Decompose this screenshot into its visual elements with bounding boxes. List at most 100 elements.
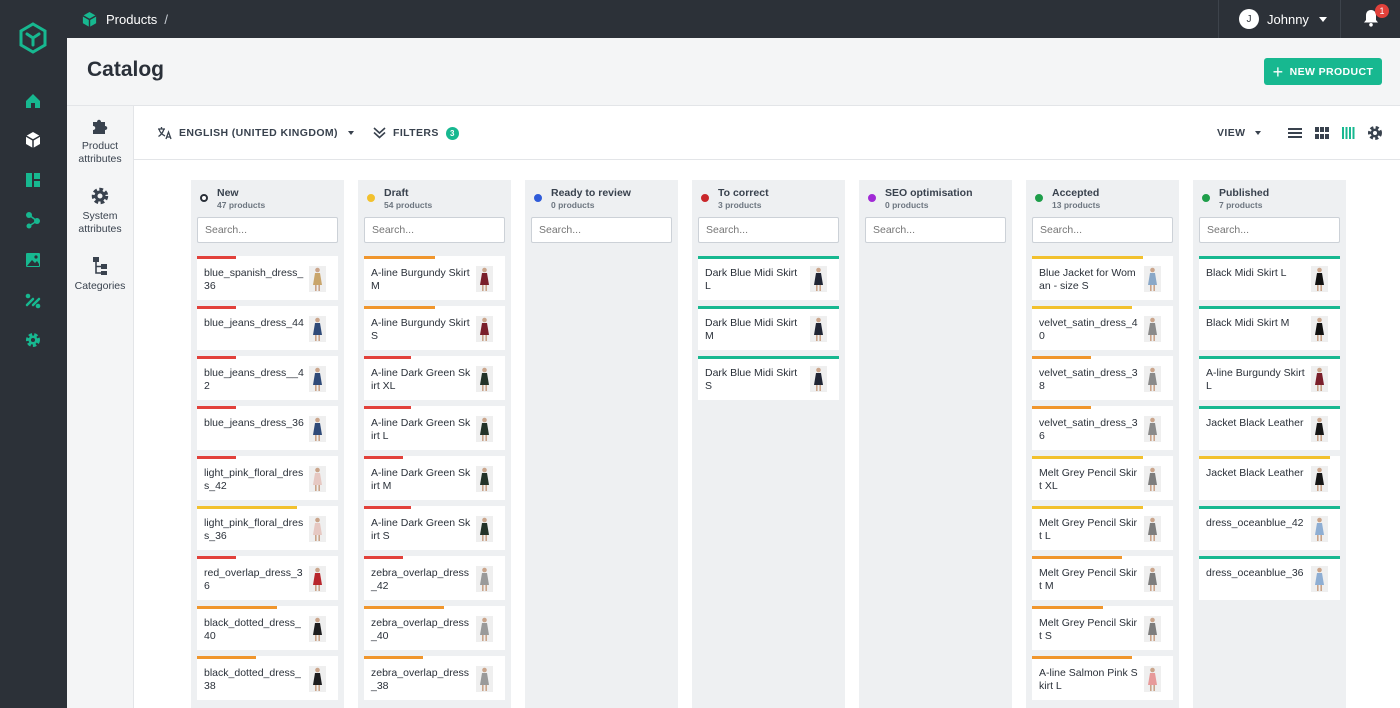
product-thumbnail bbox=[309, 466, 326, 492]
list-view-icon[interactable] bbox=[1287, 125, 1303, 141]
product-card[interactable]: Dark Blue Midi Skirt L bbox=[698, 256, 839, 300]
locale-selector[interactable]: ENGLISH (UNITED KINGDOM) bbox=[157, 106, 354, 160]
product-thumbnail bbox=[309, 566, 326, 592]
gear-icon[interactable] bbox=[1367, 125, 1383, 141]
completeness-bar bbox=[364, 556, 403, 559]
grid-view-icon[interactable] bbox=[1314, 125, 1330, 141]
product-thumbnail bbox=[810, 266, 827, 292]
sidebar-item-product-attributes[interactable]: Product attributes bbox=[67, 116, 133, 166]
product-card[interactable]: blue_jeans_dress__42 bbox=[197, 356, 338, 400]
product-card[interactable]: Jacket Black Leather bbox=[1199, 406, 1340, 450]
column-search-input[interactable] bbox=[531, 217, 672, 243]
home-icon[interactable] bbox=[22, 90, 44, 112]
product-card[interactable]: zebra_overlap_dress_40 bbox=[364, 606, 505, 650]
filters-button[interactable]: FILTERS 3 bbox=[373, 106, 459, 160]
product-card[interactable]: Melt Grey Pencil Skirt XL bbox=[1032, 456, 1173, 500]
akeneo-logo-icon[interactable] bbox=[17, 22, 49, 54]
dashboard-icon[interactable] bbox=[22, 169, 44, 191]
product-card[interactable]: Black Midi Skirt L bbox=[1199, 256, 1340, 300]
product-label: velvet_satin_dress_36 bbox=[1039, 417, 1138, 442]
product-label: blue_spanish_dress_36 bbox=[204, 267, 304, 292]
product-thumbnail bbox=[1144, 266, 1161, 292]
product-label: zebra_overlap_dress_38 bbox=[371, 667, 470, 692]
product-card[interactable]: A-line Dark Green Skirt XL bbox=[364, 356, 505, 400]
product-card[interactable]: Melt Grey Pencil Skirt S bbox=[1032, 606, 1173, 650]
column-title: Ready to review bbox=[551, 187, 631, 199]
board-view-icon[interactable] bbox=[1341, 125, 1357, 141]
completeness-bar bbox=[1199, 506, 1340, 509]
product-card[interactable]: velvet_satin_dress_40 bbox=[1032, 306, 1173, 350]
product-thumbnail bbox=[1311, 316, 1328, 342]
settings-icon[interactable] bbox=[22, 329, 44, 351]
column-search-input[interactable] bbox=[364, 217, 505, 243]
completeness-bar bbox=[364, 656, 423, 659]
product-card[interactable]: dress_oceanblue_42 bbox=[1199, 506, 1340, 550]
main-navigation-rail bbox=[0, 0, 67, 708]
product-card[interactable]: A-line Dark Green Skirt L bbox=[364, 406, 505, 450]
product-label: Dark Blue Midi Skirt S bbox=[705, 367, 798, 392]
integrations-icon[interactable] bbox=[22, 289, 44, 311]
product-thumbnail bbox=[1311, 366, 1328, 392]
product-card[interactable]: blue_spanish_dress_36 bbox=[197, 256, 338, 300]
product-card[interactable]: A-line Dark Green Skirt S bbox=[364, 506, 505, 550]
media-icon[interactable] bbox=[22, 249, 44, 271]
product-card[interactable]: blue_jeans_dress_36 bbox=[197, 406, 338, 450]
completeness-bar bbox=[1032, 356, 1091, 359]
product-card[interactable]: Dark Blue Midi Skirt S bbox=[698, 356, 839, 400]
column-search-input[interactable] bbox=[197, 217, 338, 243]
product-label: Black Midi Skirt M bbox=[1206, 317, 1290, 329]
sidebar-item-label: Product attributes bbox=[78, 140, 122, 165]
breadcrumb-products-link[interactable]: Products bbox=[106, 12, 157, 27]
sidebar-item-label: System attributes bbox=[78, 210, 122, 235]
column-search-input[interactable] bbox=[698, 217, 839, 243]
product-card[interactable]: Black Midi Skirt M bbox=[1199, 306, 1340, 350]
product-thumbnail bbox=[1311, 516, 1328, 542]
product-label: Jacket Black Leather bbox=[1206, 417, 1304, 429]
product-thumbnail bbox=[1311, 566, 1328, 592]
product-card[interactable]: light_pink_floral_dress_36 bbox=[197, 506, 338, 550]
product-card[interactable]: velvet_satin_dress_36 bbox=[1032, 406, 1173, 450]
product-card[interactable]: black_dotted_dress_40 bbox=[197, 606, 338, 650]
kanban-column: Accepted13 products Blue Jacket for Woman… bbox=[1026, 180, 1179, 708]
product-card[interactable]: Melt Grey Pencil Skirt M bbox=[1032, 556, 1173, 600]
product-card[interactable]: A-line Burgundy Skirt M bbox=[364, 256, 505, 300]
product-card[interactable]: dress_oceanblue_36 bbox=[1199, 556, 1340, 600]
product-card[interactable]: zebra_overlap_dress_38 bbox=[364, 656, 505, 700]
new-product-button[interactable]: + NEW PRODUCT bbox=[1264, 58, 1382, 85]
product-label: A-line Dark Green Skirt L bbox=[371, 417, 471, 442]
products-icon[interactable] bbox=[22, 129, 44, 151]
product-label: light_pink_floral_dress_42 bbox=[204, 467, 304, 492]
product-card[interactable]: light_pink_floral_dress_42 bbox=[197, 456, 338, 500]
product-card[interactable]: Blue Jacket for Woman - size S bbox=[1032, 256, 1173, 300]
product-card[interactable]: A-line Dark Green Skirt M bbox=[364, 456, 505, 500]
notifications-button[interactable]: 1 bbox=[1363, 4, 1389, 29]
product-card[interactable]: Melt Grey Pencil Skirt L bbox=[1032, 506, 1173, 550]
completeness-bar bbox=[1199, 556, 1340, 559]
kanban-column: To correct3 products Dark Blue Midi Skirt… bbox=[692, 180, 845, 708]
user-menu[interactable]: J Johnny bbox=[1218, 0, 1341, 38]
product-card[interactable]: blue_jeans_dress_44 bbox=[197, 306, 338, 350]
product-card[interactable]: red_overlap_dress_36 bbox=[197, 556, 338, 600]
view-selector[interactable]: VIEW bbox=[1217, 106, 1262, 160]
product-card[interactable]: zebra_overlap_dress_42 bbox=[364, 556, 505, 600]
new-product-label: NEW PRODUCT bbox=[1289, 65, 1374, 78]
product-thumbnail bbox=[1311, 416, 1328, 442]
product-label: Melt Grey Pencil Skirt S bbox=[1039, 617, 1138, 642]
product-thumbnail bbox=[476, 416, 493, 442]
product-card[interactable]: velvet_satin_dress_38 bbox=[1032, 356, 1173, 400]
product-card[interactable]: A-line Burgundy Skirt L bbox=[1199, 356, 1340, 400]
column-search-input[interactable] bbox=[1032, 217, 1173, 243]
sidebar-item-categories[interactable]: Categories bbox=[67, 256, 133, 293]
workflow-icon[interactable] bbox=[22, 209, 44, 231]
product-label: A-line Dark Green Skirt M bbox=[371, 467, 471, 492]
product-card[interactable]: Dark Blue Midi Skirt M bbox=[698, 306, 839, 350]
column-search-input[interactable] bbox=[865, 217, 1006, 243]
column-search-input[interactable] bbox=[1199, 217, 1340, 243]
sidebar-item-system-attributes[interactable]: System attributes bbox=[67, 186, 133, 236]
product-card[interactable]: A-line Burgundy Skirt S bbox=[364, 306, 505, 350]
product-thumbnail bbox=[810, 366, 827, 392]
product-card[interactable]: A-line Salmon Pink Skirt L bbox=[1032, 656, 1173, 700]
product-card[interactable]: black_dotted_dress_38 bbox=[197, 656, 338, 700]
product-card[interactable]: Jacket Black Leather bbox=[1199, 456, 1340, 500]
filter-count-badge: 3 bbox=[445, 126, 459, 140]
